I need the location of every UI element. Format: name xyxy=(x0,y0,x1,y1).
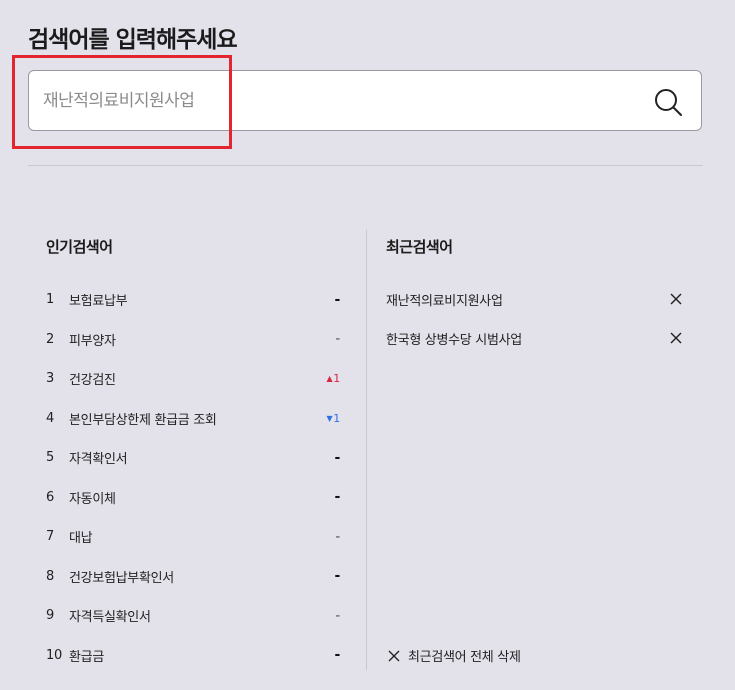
recent-keywords-title: 최근검색어 xyxy=(386,238,453,256)
rank-number: 3 xyxy=(46,371,54,387)
popular-keywords-title: 인기검색어 xyxy=(46,238,113,256)
popular-keyword-item[interactable]: 7 대납 - xyxy=(46,517,340,557)
trend-down-icon: ▼ xyxy=(326,413,333,423)
popular-keyword-item[interactable]: 8 건강보험납부확인서 - xyxy=(46,557,340,597)
search-icon xyxy=(655,89,682,116)
column-divider xyxy=(366,230,367,670)
popular-keyword-item[interactable]: 2 피부양자 - xyxy=(46,320,340,360)
divider xyxy=(28,165,703,166)
popular-keyword-item[interactable]: 3 건강검진 ▲1 xyxy=(46,359,340,399)
popular-keyword-item[interactable]: 5 자격확인서 - xyxy=(46,438,340,478)
recent-keyword-item: 재난적의료비지원사업 xyxy=(386,280,686,319)
close-icon[interactable] xyxy=(669,331,683,345)
trend-indicator: - xyxy=(334,291,340,308)
close-icon[interactable] xyxy=(669,292,683,306)
trend-indicator: - xyxy=(335,607,340,624)
rank-number: 4 xyxy=(46,410,54,426)
keyword-label: 보험료납부 xyxy=(69,294,128,310)
recent-keyword-link[interactable]: 재난적의료비지원사업 xyxy=(386,290,503,309)
keyword-label: 건강보험납부확인서 xyxy=(69,570,174,586)
popular-keyword-item[interactable]: 10 환급금 - xyxy=(46,636,340,676)
popular-keywords-list: 1 보험료납부 - 2 피부양자 - 3 건강검진 ▲1 4 본인부담상한제 환… xyxy=(46,280,340,675)
trend-indicator: - xyxy=(334,489,340,506)
trend-indicator: - xyxy=(335,528,340,545)
keyword-label: 피부양자 xyxy=(69,333,116,349)
trend-indicator: - xyxy=(334,449,340,466)
trend-change: 1 xyxy=(333,411,340,425)
keyword-label: 자동이체 xyxy=(69,491,116,507)
rank-number: 5 xyxy=(46,450,54,466)
trend-indicator: ▼1 xyxy=(326,412,340,425)
trend-indicator: - xyxy=(335,331,340,348)
keyword-label: 자격확인서 xyxy=(69,452,128,468)
keyword-label: 환급금 xyxy=(69,649,104,665)
clear-all-recent-button[interactable]: 최근검색어 전체 삭제 xyxy=(388,646,521,665)
search-input[interactable] xyxy=(43,81,643,121)
popular-keyword-item[interactable]: 9 자격득실확인서 - xyxy=(46,596,340,636)
recent-keyword-item: 한국형 상병수당 시범사업 xyxy=(386,319,686,358)
rank-number: 9 xyxy=(46,608,54,624)
keyword-label: 본인부담상한제 환급금 조회 xyxy=(69,412,217,428)
close-icon xyxy=(388,650,400,661)
clear-all-label: 최근검색어 전체 삭제 xyxy=(408,650,521,665)
keyword-label: 자격득실확인서 xyxy=(69,610,151,626)
rank-number: 1 xyxy=(46,292,54,308)
rank-number: 10 xyxy=(46,647,62,663)
trend-change: 1 xyxy=(333,372,340,386)
rank-number: 2 xyxy=(46,331,54,347)
popular-keyword-item[interactable]: 1 보험료납부 - xyxy=(46,280,340,320)
popular-keyword-item[interactable]: 6 자동이체 - xyxy=(46,478,340,518)
recent-keyword-link[interactable]: 한국형 상병수당 시범사업 xyxy=(386,329,522,348)
rank-number: 6 xyxy=(46,489,54,505)
rank-number: 7 xyxy=(46,529,54,545)
trend-indicator: ▲1 xyxy=(326,372,340,385)
trend-up-icon: ▲ xyxy=(326,374,333,384)
keyword-label: 건강검진 xyxy=(69,373,116,389)
search-box xyxy=(28,70,702,131)
recent-keywords-list: 재난적의료비지원사업 한국형 상병수당 시범사업 xyxy=(386,280,686,358)
trend-indicator: - xyxy=(334,568,340,585)
keyword-label: 대납 xyxy=(69,531,93,547)
trend-indicator: - xyxy=(334,647,340,664)
popular-keyword-item[interactable]: 4 본인부담상한제 환급금 조회 ▼1 xyxy=(46,399,340,439)
search-button[interactable] xyxy=(653,87,683,117)
page-title: 검색어를 입력해주세요 xyxy=(28,27,238,53)
rank-number: 8 xyxy=(46,568,54,584)
